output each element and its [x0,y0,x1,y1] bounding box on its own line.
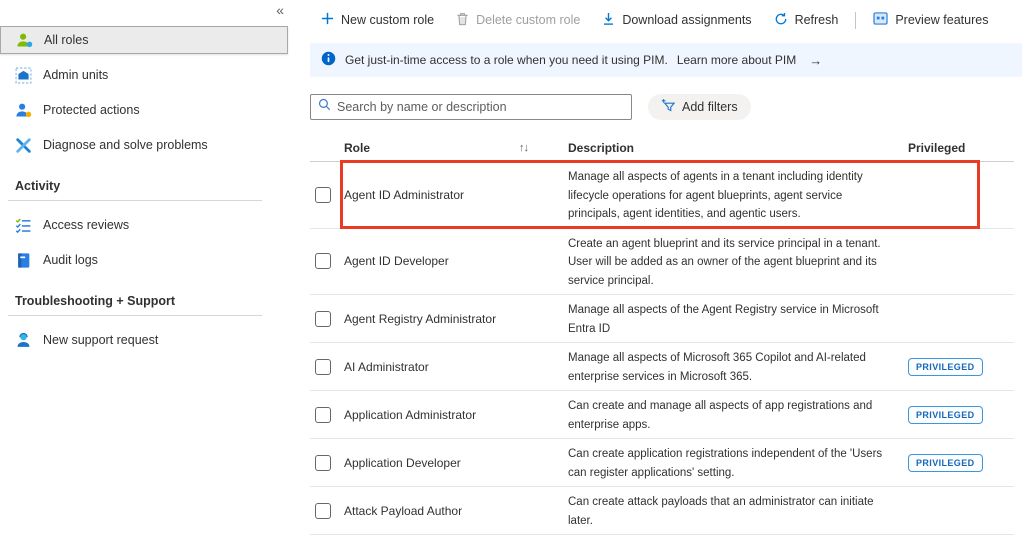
sort-icon[interactable]: ↑↓ [519,142,528,154]
column-header-role[interactable]: Role ↑↓ [344,141,534,155]
row-checkbox[interactable] [315,455,331,471]
delete-custom-role-label: Delete custom role [476,13,580,27]
table-row: Application Administrator Can create and… [310,391,1014,439]
table-row: Application Developer Can create applica… [310,439,1014,487]
role-name[interactable]: Attack Payload Author [344,504,462,518]
admin-units-icon [15,67,32,84]
sidebar-item-new-support-request[interactable]: New support request [0,326,292,354]
arrow-right-icon[interactable]: → [809,53,822,68]
add-filters-button[interactable]: Add filters [648,94,751,120]
privileged-badge: PRIVILEGED [908,454,983,472]
roles-icon [16,32,33,49]
search-icon [318,98,331,116]
column-header-privileged: Privileged [908,141,1014,155]
role-name[interactable]: Application Developer [344,456,461,470]
preview-features-icon [873,12,888,28]
role-description: Can create and manage all aspects of app… [568,400,872,431]
table-row: AI Administrator Manage all aspects of M… [310,343,1014,391]
access-reviews-icon [15,217,32,234]
row-checkbox[interactable] [315,407,331,423]
protected-actions-icon [15,102,32,119]
divider [8,200,262,201]
role-description: Create an agent blueprint and its servic… [568,238,881,287]
row-checkbox[interactable] [315,359,331,375]
refresh-icon [774,12,788,29]
refresh-label: Refresh [795,13,839,27]
role-description: Manage all aspects of agents in a tenant… [568,171,863,220]
divider [8,315,262,316]
main-content: New custom role Delete custom role Downl… [310,0,1024,535]
toolbar-separator [855,12,856,29]
info-icon [321,51,336,69]
role-description: Manage all aspects of Microsoft 365 Copi… [568,352,866,383]
download-assignments-label: Download assignments [622,13,751,27]
audit-logs-icon [15,252,32,269]
sidebar-item-label: Admin units [43,68,108,82]
sidebar-item-label: Access reviews [43,218,129,232]
download-assignments-button[interactable]: Download assignments [591,12,762,29]
role-description: Can create attack payloads that an admin… [568,496,874,527]
trash-icon [456,12,469,29]
sidebar-item-label: Protected actions [43,103,140,117]
sidebar-section-troubleshooting: Troubleshooting + Support [0,294,292,308]
filter-row: Add filters [310,94,1024,120]
role-name[interactable]: Agent ID Developer [344,254,449,268]
add-filter-icon [661,98,676,116]
new-custom-role-label: New custom role [341,13,434,27]
download-icon [602,12,615,29]
sidebar-nav: All roles Admin units Protected actions … [0,26,292,354]
table-body: Agent ID Administrator Manage all aspect… [310,162,1014,535]
sidebar-collapse-icon[interactable]: « [276,2,284,18]
role-description: Manage all aspects of the Agent Registry… [568,304,879,335]
sidebar: « All roles Admin units Protected action… [0,0,292,539]
sidebar-item-protected-actions[interactable]: Protected actions [0,96,292,124]
sidebar-item-admin-units[interactable]: Admin units [0,61,292,89]
preview-features-button[interactable]: Preview features [862,12,999,28]
row-checkbox[interactable] [315,253,331,269]
column-header-description: Description [568,141,888,155]
row-checkbox[interactable] [315,503,331,519]
row-checkbox[interactable] [315,187,331,203]
sidebar-item-label: Audit logs [43,253,98,267]
role-column-label: Role [344,141,370,155]
pim-info-banner: Get just-in-time access to a role when y… [310,43,1022,77]
new-custom-role-button[interactable]: New custom role [310,12,445,28]
sidebar-item-label: Diagnose and solve problems [43,138,208,152]
sidebar-item-label: New support request [43,333,158,347]
sidebar-item-diagnose[interactable]: Diagnose and solve problems [0,131,292,159]
sidebar-item-access-reviews[interactable]: Access reviews [0,211,292,239]
table-row: Agent ID Administrator Manage all aspect… [310,162,1014,229]
table-row: Attack Payload Author Can create attack … [310,487,1014,535]
command-bar: New custom role Delete custom role Downl… [310,5,1024,35]
diagnose-icon [15,137,32,154]
delete-custom-role-button[interactable]: Delete custom role [445,12,591,29]
role-name[interactable]: Agent ID Administrator [344,188,464,202]
role-name[interactable]: AI Administrator [344,360,429,374]
role-name[interactable]: Application Administrator [344,408,476,422]
support-request-icon [15,332,32,349]
banner-message: Get just-in-time access to a role when y… [345,53,668,67]
role-description: Can create application registrations ind… [568,448,882,479]
sidebar-item-label: All roles [44,33,88,47]
refresh-button[interactable]: Refresh [763,12,850,29]
roles-and-administrators-page: « All roles Admin units Protected action… [0,0,1024,539]
privileged-badge: PRIVILEGED [908,358,983,376]
sidebar-item-audit-logs[interactable]: Audit logs [0,246,292,274]
sidebar-section-activity: Activity [0,179,292,193]
roles-table: Role ↑↓ Description Privileged Agent ID … [310,135,1014,535]
plus-icon [321,12,334,28]
table-row: Agent ID Developer Create an agent bluep… [310,229,1014,296]
table-row: Agent Registry Administrator Manage all … [310,295,1014,343]
search-box [310,94,632,120]
preview-features-label: Preview features [895,13,988,27]
privileged-badge: PRIVILEGED [908,406,983,424]
table-header: Role ↑↓ Description Privileged [310,135,1014,162]
sidebar-item-all-roles[interactable]: All roles [0,26,288,54]
role-name[interactable]: Agent Registry Administrator [344,312,496,326]
row-checkbox[interactable] [315,311,331,327]
banner-link[interactable]: Learn more about PIM [677,53,796,67]
add-filters-label: Add filters [682,100,738,114]
search-input[interactable] [337,100,624,114]
